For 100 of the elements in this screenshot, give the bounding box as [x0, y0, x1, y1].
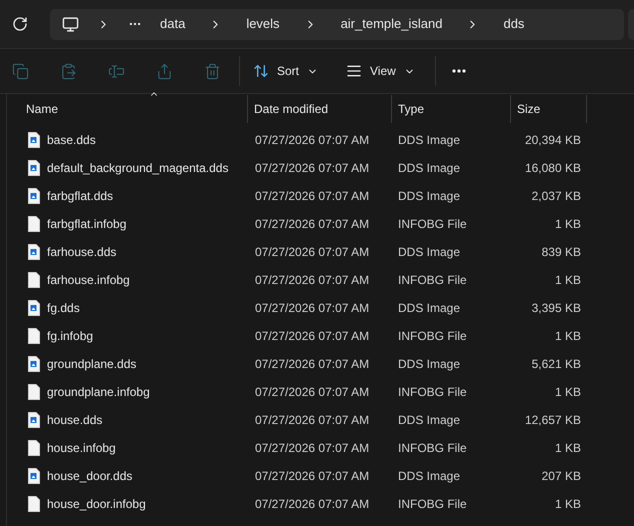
date-cell-text: 07/27/2026 07:07 AM [254, 272, 370, 289]
size-cell-text: 1 KB [554, 496, 582, 513]
file-name: farhouse.dds [47, 244, 116, 261]
file-icon [28, 440, 40, 456]
size-cell-text: 16,080 KB [524, 160, 582, 177]
type-cell-text: DDS Image [397, 244, 462, 261]
file-name: house_door.infobg [47, 496, 146, 513]
file-row[interactable]: farhouse.infobg 07/27/2026 07:07 AM INFOBG File 1 KB [7, 266, 634, 294]
date-cell-text: 07/27/2026 07:07 AM [254, 356, 370, 373]
file-row[interactable]: farhouse.dds 07/27/2026 07:07 AM DDS Image 839 KB [7, 238, 634, 266]
size-cell-text: 207 KB [540, 468, 582, 485]
column-header[interactable]: Size [511, 95, 587, 123]
file-row[interactable]: default_background_magenta.dds 07/27/2026 07:07 AM DDS Image 16,080 KB [7, 154, 634, 182]
size-cell-text: 20,394 KB [524, 132, 582, 149]
file-row[interactable]: farbgflat.dds 07/27/2026 07:07 AM DDS Image 2,037 KB [7, 182, 634, 210]
file-icon [28, 496, 40, 512]
size-cell-text: 839 KB [540, 244, 582, 261]
share-icon [156, 62, 172, 80]
column-header[interactable]: Name [7, 95, 248, 123]
view-icon [346, 63, 362, 79]
type-cell-text: DDS Image [397, 160, 462, 177]
image-file-icon [28, 188, 40, 204]
type-cell-text: DDS Image [397, 188, 462, 205]
breadcrumb[interactable]: dds [503, 14, 524, 34]
breadcrumb[interactable]: data [160, 14, 186, 34]
date-cell-text: 07/27/2026 07:07 AM [254, 412, 370, 429]
date-cell-text: 07/27/2026 07:07 AM [254, 160, 370, 177]
file-row[interactable]: base.dds 07/27/2026 07:07 AM DDS Image 20,394 KB [7, 126, 634, 154]
clipboard-icon [60, 62, 76, 80]
breadcrumb[interactable]: levels [246, 14, 280, 34]
file-name: farhouse.infobg [47, 272, 130, 289]
file-name: house.infobg [47, 440, 116, 457]
trash-icon [204, 62, 220, 80]
refresh-icon [12, 16, 28, 32]
date-cell-text: 07/27/2026 07:07 AM [254, 188, 370, 205]
type-cell-text: DDS Image [397, 468, 462, 485]
type-cell-text: INFOBG File [397, 328, 468, 345]
file-row[interactable]: groundplane.dds 07/27/2026 07:07 AM DDS Image 5,621 KB [7, 350, 634, 378]
type-cell-text: INFOBG File [397, 496, 468, 513]
size-cell-text: 5,621 KB [530, 356, 582, 373]
date-cell-text: 07/27/2026 07:07 AM [254, 384, 370, 401]
image-file-icon [28, 468, 40, 484]
address-bar[interactable]: data levels air_temple_island dds [50, 8, 624, 40]
image-file-icon [28, 132, 40, 148]
file-row[interactable]: house.dds 07/27/2026 07:07 AM DDS Image 12,657 KB [7, 406, 634, 434]
image-file-icon [28, 356, 40, 372]
type-cell-text: DDS Image [397, 412, 462, 429]
file-row[interactable]: fg.infobg 07/27/2026 07:07 AM INFOBG File 1 KB [7, 322, 634, 350]
breadcrumb[interactable]: air_temple_island [340, 14, 442, 34]
type-cell-text: INFOBG File [397, 384, 468, 401]
type-cell-text: INFOBG File [397, 216, 468, 233]
size-cell-text: 1 KB [554, 328, 582, 345]
file-row[interactable]: house_door.dds 07/27/2026 07:07 AM DDS Image 207 KB [7, 462, 634, 490]
date-cell-text: 07/27/2026 07:07 AM [254, 496, 370, 513]
file-name: fg.dds [47, 300, 80, 317]
copy-icon [12, 62, 28, 80]
image-file-icon [28, 160, 40, 176]
file-icon [28, 272, 40, 288]
date-cell-text: 07/27/2026 07:07 AM [254, 244, 370, 261]
type-cell-text: DDS Image [397, 300, 462, 317]
image-file-icon [28, 244, 40, 260]
file-name: groundplane.dds [47, 356, 136, 373]
file-row[interactable]: fg.dds 07/27/2026 07:07 AM DDS Image 3,395 KB [7, 294, 634, 322]
file-name: fg.infobg [47, 328, 94, 345]
date-cell-text: 07/27/2026 07:07 AM [254, 328, 370, 345]
date-cell-text: 07/27/2026 07:07 AM [254, 440, 370, 457]
size-cell-text: 1 KB [554, 272, 582, 289]
type-cell-text: INFOBG File [397, 272, 468, 289]
file-icon [28, 384, 40, 400]
view-button[interactable]: View [336, 55, 425, 87]
date-cell-text: 07/27/2026 07:07 AM [254, 132, 370, 149]
date-cell-text: 07/27/2026 07:07 AM [254, 468, 370, 485]
size-cell-text: 3,395 KB [530, 300, 582, 317]
file-row[interactable]: groundplane.infobg 07/27/2026 07:07 AM INFOBG File 1 KB [7, 378, 634, 406]
image-file-icon [28, 412, 40, 428]
file-name: groundplane.infobg [47, 384, 150, 401]
column-header[interactable]: Date modified [248, 95, 392, 123]
computer-icon [62, 16, 79, 32]
file-name: farbgflat.dds [47, 188, 114, 205]
size-cell-text: 12,657 KB [524, 412, 582, 429]
file-row[interactable]: house_door.infobg 07/27/2026 07:07 AM INFOBG File 1 KB [7, 490, 634, 518]
sort-icon [253, 63, 269, 79]
rename-icon [108, 62, 124, 80]
type-cell-text: INFOBG File [397, 440, 468, 457]
file-row[interactable]: house.infobg 07/27/2026 07:07 AM INFOBG File 1 KB [7, 434, 634, 462]
file-name: house_door.dds [47, 468, 132, 485]
column-header[interactable]: Type [392, 95, 511, 123]
size-cell-text: 1 KB [554, 440, 582, 457]
type-cell-text: DDS Image [397, 356, 462, 373]
file-row[interactable]: farbgflat.infobg 07/27/2026 07:07 AM INFOBG File 1 KB [7, 210, 634, 238]
image-file-icon [28, 300, 40, 316]
size-cell-text: 1 KB [554, 384, 582, 401]
file-name: house.dds [47, 412, 102, 429]
sort-button[interactable]: Sort [243, 55, 328, 87]
file-name: base.dds [47, 132, 96, 149]
date-cell-text: 07/27/2026 07:07 AM [254, 216, 370, 233]
date-cell-text: 07/27/2026 07:07 AM [254, 300, 370, 317]
size-cell-text: 1 KB [554, 216, 582, 233]
size-cell-text: 2,037 KB [530, 188, 582, 205]
more-icon [452, 69, 466, 73]
